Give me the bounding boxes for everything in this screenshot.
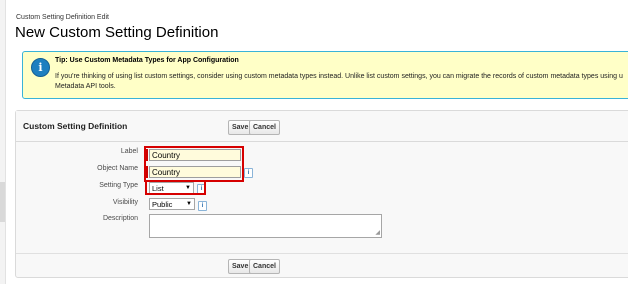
breadcrumb: Custom Setting Definition Edit [16,14,109,21]
description-textarea[interactable]: ◢ [149,214,382,238]
visibility-value: Public [152,200,173,209]
page-title: New Custom Setting Definition [15,24,219,41]
highlight-setting-type [145,180,206,195]
cancel-button-top[interactable]: Cancel [249,120,280,135]
visibility-field-label: Visibility [112,199,138,206]
visibility-help-icon[interactable]: i [198,201,207,211]
object-name-field-label: Object Name [97,165,138,172]
label-field-label: Label [120,148,138,155]
footer-divider [16,253,628,254]
highlight-label-object-name [144,146,244,182]
panel-title: Custom Setting Definition [23,121,128,131]
panel-header: Custom Setting Definition Save Cancel [16,111,628,142]
tip-title: Tip: Use Custom Metadata Types for App C… [55,57,239,64]
chevron-down-icon: ▼ [186,201,192,207]
cancel-button-bottom[interactable]: Cancel [249,259,280,274]
left-edge-stripe [0,0,6,284]
resize-grip-icon[interactable]: ◢ [375,230,380,236]
description-field-label: Description [102,215,138,222]
tip-body: If you're thinking of using list custom … [55,73,623,90]
tip-message: i Tip: Use Custom Metadata Types for App… [22,51,628,99]
object-name-help-icon[interactable]: i [244,168,253,178]
custom-setting-panel: Custom Setting Definition Save Cancel La… [15,110,628,278]
setting-type-field-label: Setting Type [99,182,138,189]
visibility-select[interactable]: Public ▼ [149,198,195,210]
left-edge-marker [0,182,5,222]
info-icon: i [31,58,50,77]
